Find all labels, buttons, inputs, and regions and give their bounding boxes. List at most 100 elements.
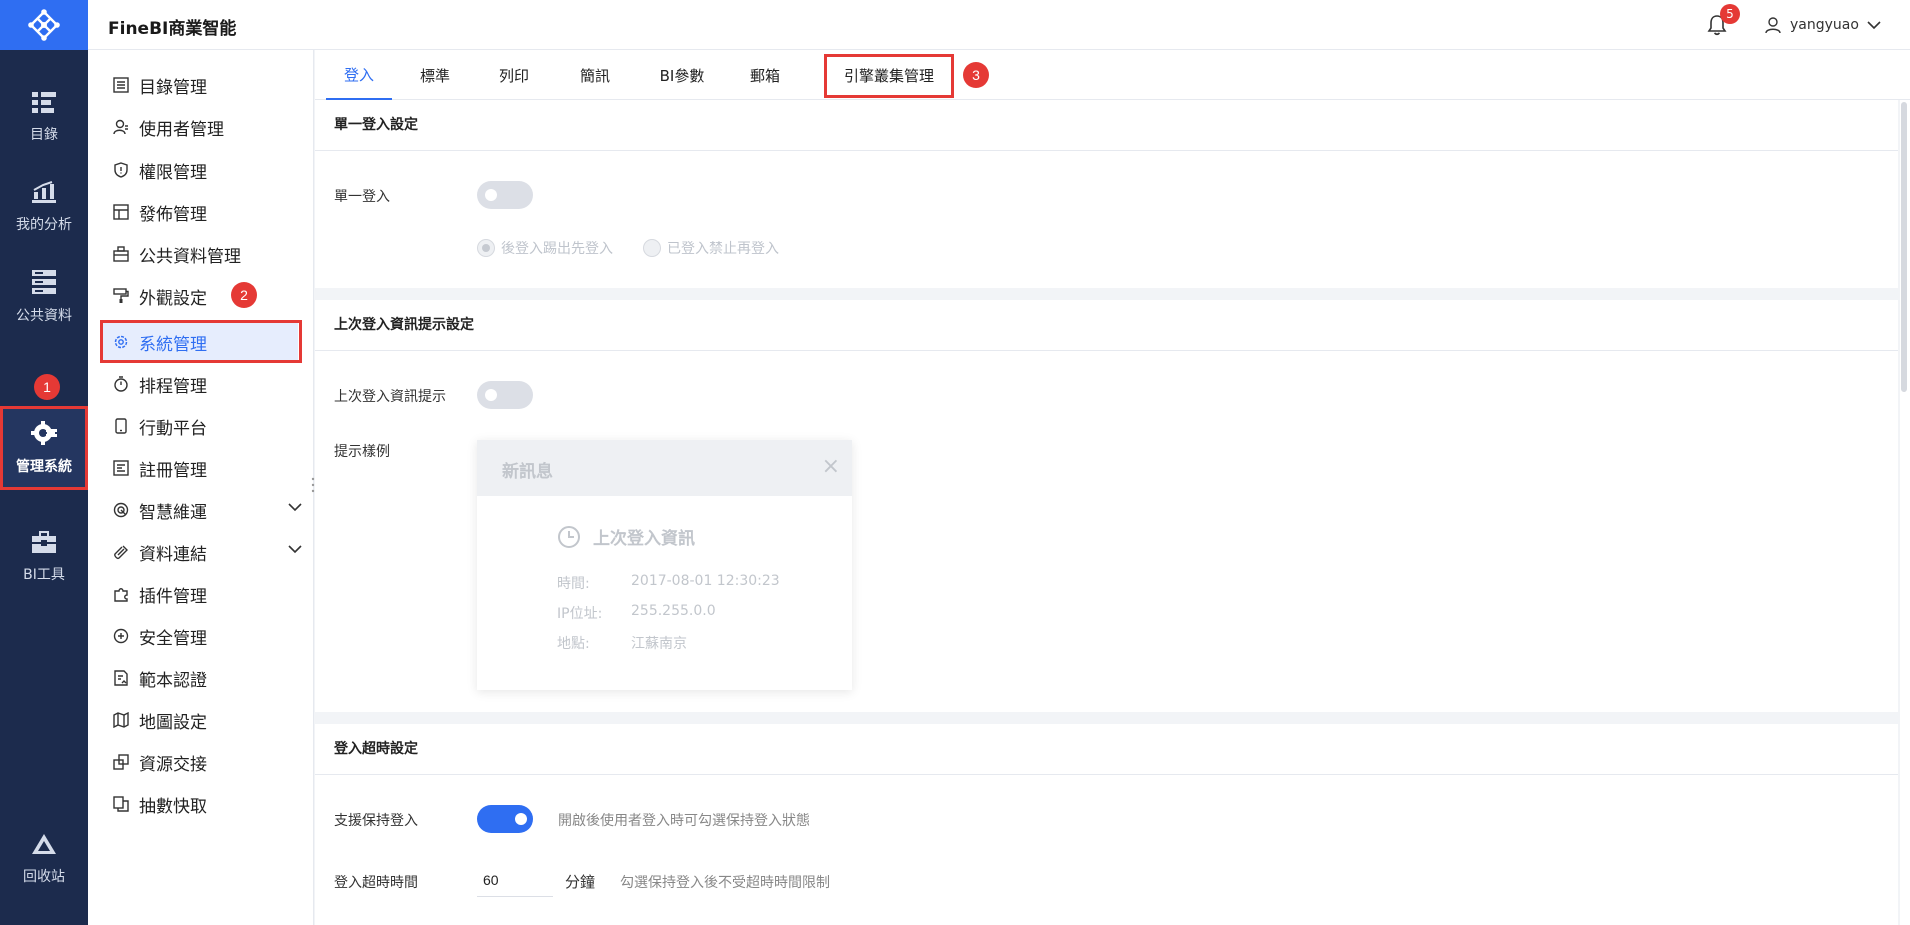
menu-item-publish-mgmt[interactable]: 發佈管理: [112, 193, 308, 231]
menu-item-label: 使用者管理: [139, 119, 224, 140]
tab-standard[interactable]: 標準: [403, 50, 467, 100]
rail-item-recycle-bin[interactable]: 回收站: [0, 816, 88, 902]
chevron-down-icon[interactable]: [288, 502, 302, 512]
security-plus-icon: [112, 627, 130, 645]
menu-item-label: 智慧維運: [139, 502, 207, 523]
menu-item-user-mgmt[interactable]: 使用者管理: [112, 108, 308, 146]
annotation-badge-2: 2: [231, 282, 257, 308]
menu-item-system-mgmt[interactable]: 系統管理: [100, 323, 298, 361]
menu-item-label: 發佈管理: [139, 204, 207, 225]
user-avatar-icon: [1765, 17, 1781, 34]
sso-toggle[interactable]: [477, 181, 533, 209]
menu-item-label: 抽數快取: [139, 796, 207, 817]
section-title: 上次登入資訊提示設定: [315, 300, 1898, 351]
timeout-hint: 勾選保持登入後不受超時時間限制: [620, 875, 830, 891]
menu-item-label: 系統管理: [139, 334, 207, 355]
menu-item-security-mgmt[interactable]: 安全管理: [112, 617, 308, 655]
stopwatch-icon: [112, 375, 130, 393]
register-icon: [112, 459, 130, 477]
rail-item-label: BI工具: [23, 567, 65, 583]
settings-content: 單一登入設定 單一登入 後登入踢出先登入 已登入禁止再登入 上次登入資訊提示設定…: [315, 100, 1898, 925]
rail-item-my-analysis[interactable]: 我的分析: [0, 164, 88, 250]
annotation-badge-3: 3: [963, 62, 989, 88]
menu-item-label: 公共資料管理: [139, 246, 241, 267]
menu-item-resource-handover[interactable]: 資源交接: [112, 743, 308, 781]
annotation-badge-1: 1: [34, 374, 60, 400]
menu-item-permission-mgmt[interactable]: 權限管理: [112, 151, 308, 189]
chevron-down-icon[interactable]: [288, 544, 302, 554]
preview-header: 新訊息 ×: [477, 440, 852, 496]
tab-login[interactable]: 登入: [326, 50, 392, 100]
menu-item-label: 地圖設定: [139, 712, 207, 733]
public-data-icon: [32, 270, 56, 294]
menu-item-label: 插件管理: [139, 586, 207, 607]
menu-item-registration-mgmt[interactable]: 註冊管理: [112, 449, 308, 487]
tab-mailbox[interactable]: 郵箱: [733, 50, 797, 100]
app-logo[interactable]: [0, 0, 88, 50]
radar-icon: [112, 501, 130, 519]
location-label: 地點:: [557, 636, 590, 652]
user-icon: [112, 118, 130, 136]
menu-item-public-data-mgmt[interactable]: 公共資料管理: [112, 235, 308, 273]
last-login-toggle[interactable]: [477, 381, 533, 409]
tab-engine-cluster[interactable]: 引擎叢集管理: [829, 50, 949, 100]
timeout-duration-input[interactable]: [477, 863, 553, 897]
last-login-label: 上次登入資訊提示: [334, 389, 446, 405]
menu-item-map-settings[interactable]: 地圖設定: [112, 701, 308, 739]
rail-item-label: 回收站: [23, 869, 65, 885]
briefcase-icon: [112, 245, 130, 263]
rail-item-public-data[interactable]: 公共資料: [0, 254, 88, 340]
catalog-icon: [32, 92, 56, 113]
tab-bi-params[interactable]: BI參數: [642, 50, 722, 100]
preview-title: 新訊息: [502, 462, 553, 482]
shield-icon: [112, 161, 130, 179]
menu-item-schedule-mgmt[interactable]: 排程管理: [112, 365, 308, 403]
menu-item-catalog-mgmt[interactable]: 目錄管理: [112, 66, 308, 104]
puzzle-icon: [112, 585, 130, 603]
radio-dot-icon: [477, 239, 495, 257]
time-label: 時間:: [557, 576, 590, 592]
finebi-logo-icon: [28, 9, 60, 41]
rail-item-label: 我的分析: [16, 217, 72, 233]
admin-sidebar-menu: 目錄管理 使用者管理 權限管理 發佈管理 公共資料管理 外觀設定 2 系統管理 …: [88, 50, 314, 925]
tab-print[interactable]: 列印: [482, 50, 546, 100]
timeout-unit: 分鐘: [565, 873, 596, 891]
menu-item-mobile-platform[interactable]: 行動平台: [112, 407, 308, 445]
rail-item-admin-system[interactable]: 管理系統: [0, 406, 88, 490]
section-title: 單一登入設定: [315, 100, 1898, 151]
menu-item-appearance[interactable]: 外觀設定: [112, 277, 308, 315]
content-scrollbar-thumb[interactable]: [1901, 102, 1907, 392]
rail-item-label: 公共資料: [16, 308, 72, 324]
sso-label: 單一登入: [334, 189, 390, 205]
cache-copy-icon: [112, 795, 130, 813]
keep-login-hint: 開啟後使用者登入時可勾選保持登入狀態: [558, 813, 810, 829]
left-rail: 目錄 我的分析 公共資料 管理系統 1 BI工具 回收站: [0, 0, 88, 925]
location-value: 江蘇南京: [631, 636, 687, 652]
keep-login-toggle[interactable]: [477, 805, 533, 833]
menu-item-extract-cache[interactable]: 抽數快取: [112, 785, 308, 823]
menu-item-label: 行動平台: [139, 418, 207, 439]
menu-item-label: 外觀設定: [139, 288, 207, 309]
menu-item-label: 註冊管理: [139, 460, 207, 481]
rail-item-catalog[interactable]: 目錄: [0, 74, 88, 160]
clock-icon: [558, 525, 580, 548]
tab-sms[interactable]: 簡訊: [563, 50, 627, 100]
menu-item-label: 排程管理: [139, 376, 207, 397]
menu-item-template-cert[interactable]: 範本認證: [112, 659, 308, 697]
rail-item-bi-tools[interactable]: BI工具: [0, 514, 88, 600]
menu-item-smart-ops[interactable]: 智慧維運: [112, 491, 308, 529]
last-login-preview-card: 新訊息 × 上次登入資訊 時間: 2017-08-01 12:30:23 IP位…: [477, 440, 852, 690]
recycle-bin-icon: [32, 834, 56, 854]
resource-swap-icon: [112, 753, 130, 771]
timeout-duration-label: 登入超時時間: [334, 875, 418, 891]
notification-count-badge: 5: [1720, 4, 1740, 24]
preview-subtitle: 上次登入資訊: [593, 529, 695, 549]
time-value: 2017-08-01 12:30:23: [631, 573, 780, 589]
user-menu[interactable]: yangyuao: [1764, 14, 1881, 36]
menu-item-data-connection[interactable]: 資料連結: [112, 533, 308, 571]
mobile-icon: [112, 417, 130, 435]
rail-item-label: 管理系統: [16, 459, 72, 475]
admin-gear-icon: [31, 421, 57, 445]
menu-item-plugin-mgmt[interactable]: 插件管理: [112, 575, 308, 613]
radio-dot-icon: [643, 239, 661, 257]
